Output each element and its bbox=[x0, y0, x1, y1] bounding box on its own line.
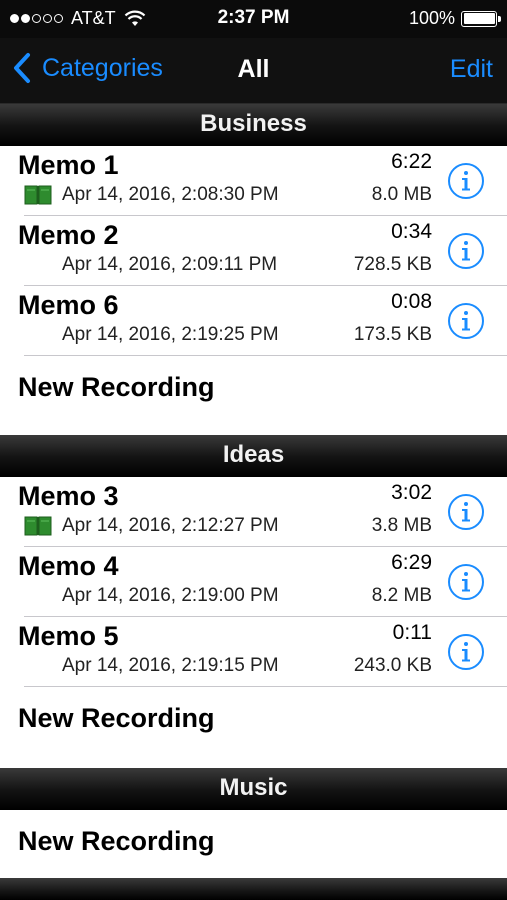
memo-name: Memo 1 bbox=[18, 150, 119, 180]
memo-duration: 0:11 bbox=[392, 621, 432, 644]
memo-name: Memo 5 bbox=[18, 621, 119, 651]
info-icon[interactable] bbox=[447, 162, 485, 200]
memo-date: Apr 14, 2016, 2:08:30 PM bbox=[62, 184, 279, 205]
next-section-header bbox=[0, 878, 507, 900]
memo-duration: 6:29 bbox=[391, 551, 432, 574]
battery-icon bbox=[461, 10, 501, 27]
memo-row[interactable]: Memo 1 6:22 Apr 14, 2016, 2:08:30 PM 8.0… bbox=[0, 146, 507, 216]
info-icon[interactable] bbox=[447, 302, 485, 340]
info-icon[interactable] bbox=[447, 563, 485, 601]
navigation-bar: Categories All Edit bbox=[0, 38, 507, 104]
memo-row[interactable]: Memo 6 0:08 Apr 14, 2016, 2:19:25 PM 173… bbox=[0, 286, 507, 356]
new-recording-button-music[interactable]: New Recording bbox=[0, 810, 507, 874]
page-title: All bbox=[237, 55, 270, 83]
edit-button[interactable]: Edit bbox=[450, 55, 493, 84]
memo-date: Apr 14, 2016, 2:09:11 PM bbox=[62, 254, 278, 275]
new-recording-label: New Recording bbox=[18, 703, 215, 733]
memo-row[interactable]: Memo 2 0:34 Apr 14, 2016, 2:09:11 PM 728… bbox=[0, 216, 507, 286]
memo-name: Memo 6 bbox=[18, 290, 119, 320]
book-icon bbox=[24, 516, 52, 536]
memo-name: Memo 4 bbox=[18, 551, 119, 581]
memo-size: 8.0 MB bbox=[371, 184, 432, 205]
new-recording-button-ideas[interactable]: New Recording bbox=[0, 687, 507, 751]
memo-size: 243.0 KB bbox=[353, 655, 432, 676]
new-recording-label: New Recording bbox=[18, 372, 215, 402]
memo-size: 8.2 MB bbox=[371, 585, 432, 606]
new-recording-button-business[interactable]: New Recording bbox=[0, 356, 507, 420]
status-bar: AT&T 2:37 PM 100% bbox=[0, 0, 507, 38]
memo-duration: 6:22 bbox=[391, 150, 432, 173]
battery-percentage: 100% bbox=[408, 8, 455, 28]
info-icon[interactable] bbox=[447, 493, 485, 531]
memo-duration: 0:34 bbox=[391, 220, 432, 243]
new-recording-label: New Recording bbox=[18, 826, 215, 856]
memo-date: Apr 14, 2016, 2:19:15 PM bbox=[62, 655, 279, 676]
memo-name: Memo 3 bbox=[18, 481, 119, 511]
section-header-ideas: Ideas bbox=[0, 435, 507, 477]
info-icon[interactable] bbox=[447, 232, 485, 270]
memo-duration: 0:08 bbox=[391, 290, 432, 313]
memo-row[interactable]: Memo 4 6:29 Apr 14, 2016, 2:19:00 PM 8.2… bbox=[0, 547, 507, 617]
memo-size: 3.8 MB bbox=[371, 515, 432, 536]
info-icon[interactable] bbox=[447, 633, 485, 671]
memo-date: Apr 14, 2016, 2:12:27 PM bbox=[62, 515, 279, 536]
memo-size: 728.5 KB bbox=[353, 254, 432, 275]
memo-row[interactable]: Memo 5 0:11 Apr 14, 2016, 2:19:15 PM 243… bbox=[0, 617, 507, 687]
memo-date: Apr 14, 2016, 2:19:00 PM bbox=[62, 585, 279, 606]
memo-duration: 3:02 bbox=[391, 481, 432, 504]
memo-size: 173.5 KB bbox=[353, 324, 432, 345]
memo-date: Apr 14, 2016, 2:19:25 PM bbox=[62, 324, 279, 345]
memo-name: Memo 2 bbox=[18, 220, 119, 250]
section-header-business: Business bbox=[0, 104, 507, 146]
memo-row[interactable]: Memo 3 3:02 Apr 14, 2016, 2:12:27 PM 3.8… bbox=[0, 477, 507, 547]
book-icon bbox=[24, 185, 52, 205]
section-header-music: Music bbox=[0, 768, 507, 810]
